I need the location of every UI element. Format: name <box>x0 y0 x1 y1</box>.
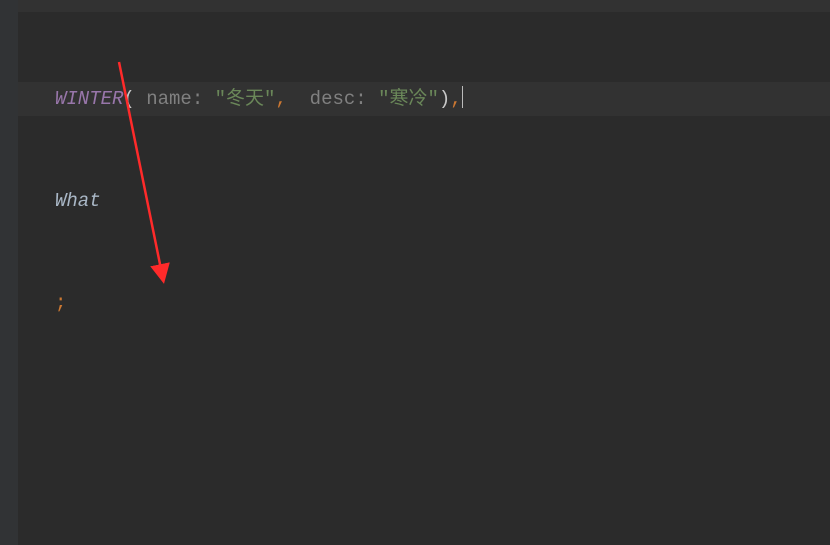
gutter <box>0 0 18 545</box>
code-line[interactable]: WINTER( name: "冬天", desc: "寒冷"), <box>18 82 830 116</box>
text-caret <box>462 86 464 108</box>
string-literal: "冬天" <box>215 88 276 110</box>
code-line[interactable]: ; <box>18 286 830 320</box>
code-line[interactable]: What <box>18 184 830 218</box>
string-literal: "寒冷" <box>378 88 439 110</box>
code-area[interactable]: WINTER( name: "冬天", desc: "寒冷"), What ; … <box>18 0 830 545</box>
code-editor[interactable]: WINTER( name: "冬天", desc: "寒冷"), What ; … <box>0 0 830 545</box>
code-line-empty[interactable] <box>18 388 830 422</box>
enum-constant: WINTER <box>55 88 123 110</box>
code-line-empty[interactable] <box>18 490 830 524</box>
